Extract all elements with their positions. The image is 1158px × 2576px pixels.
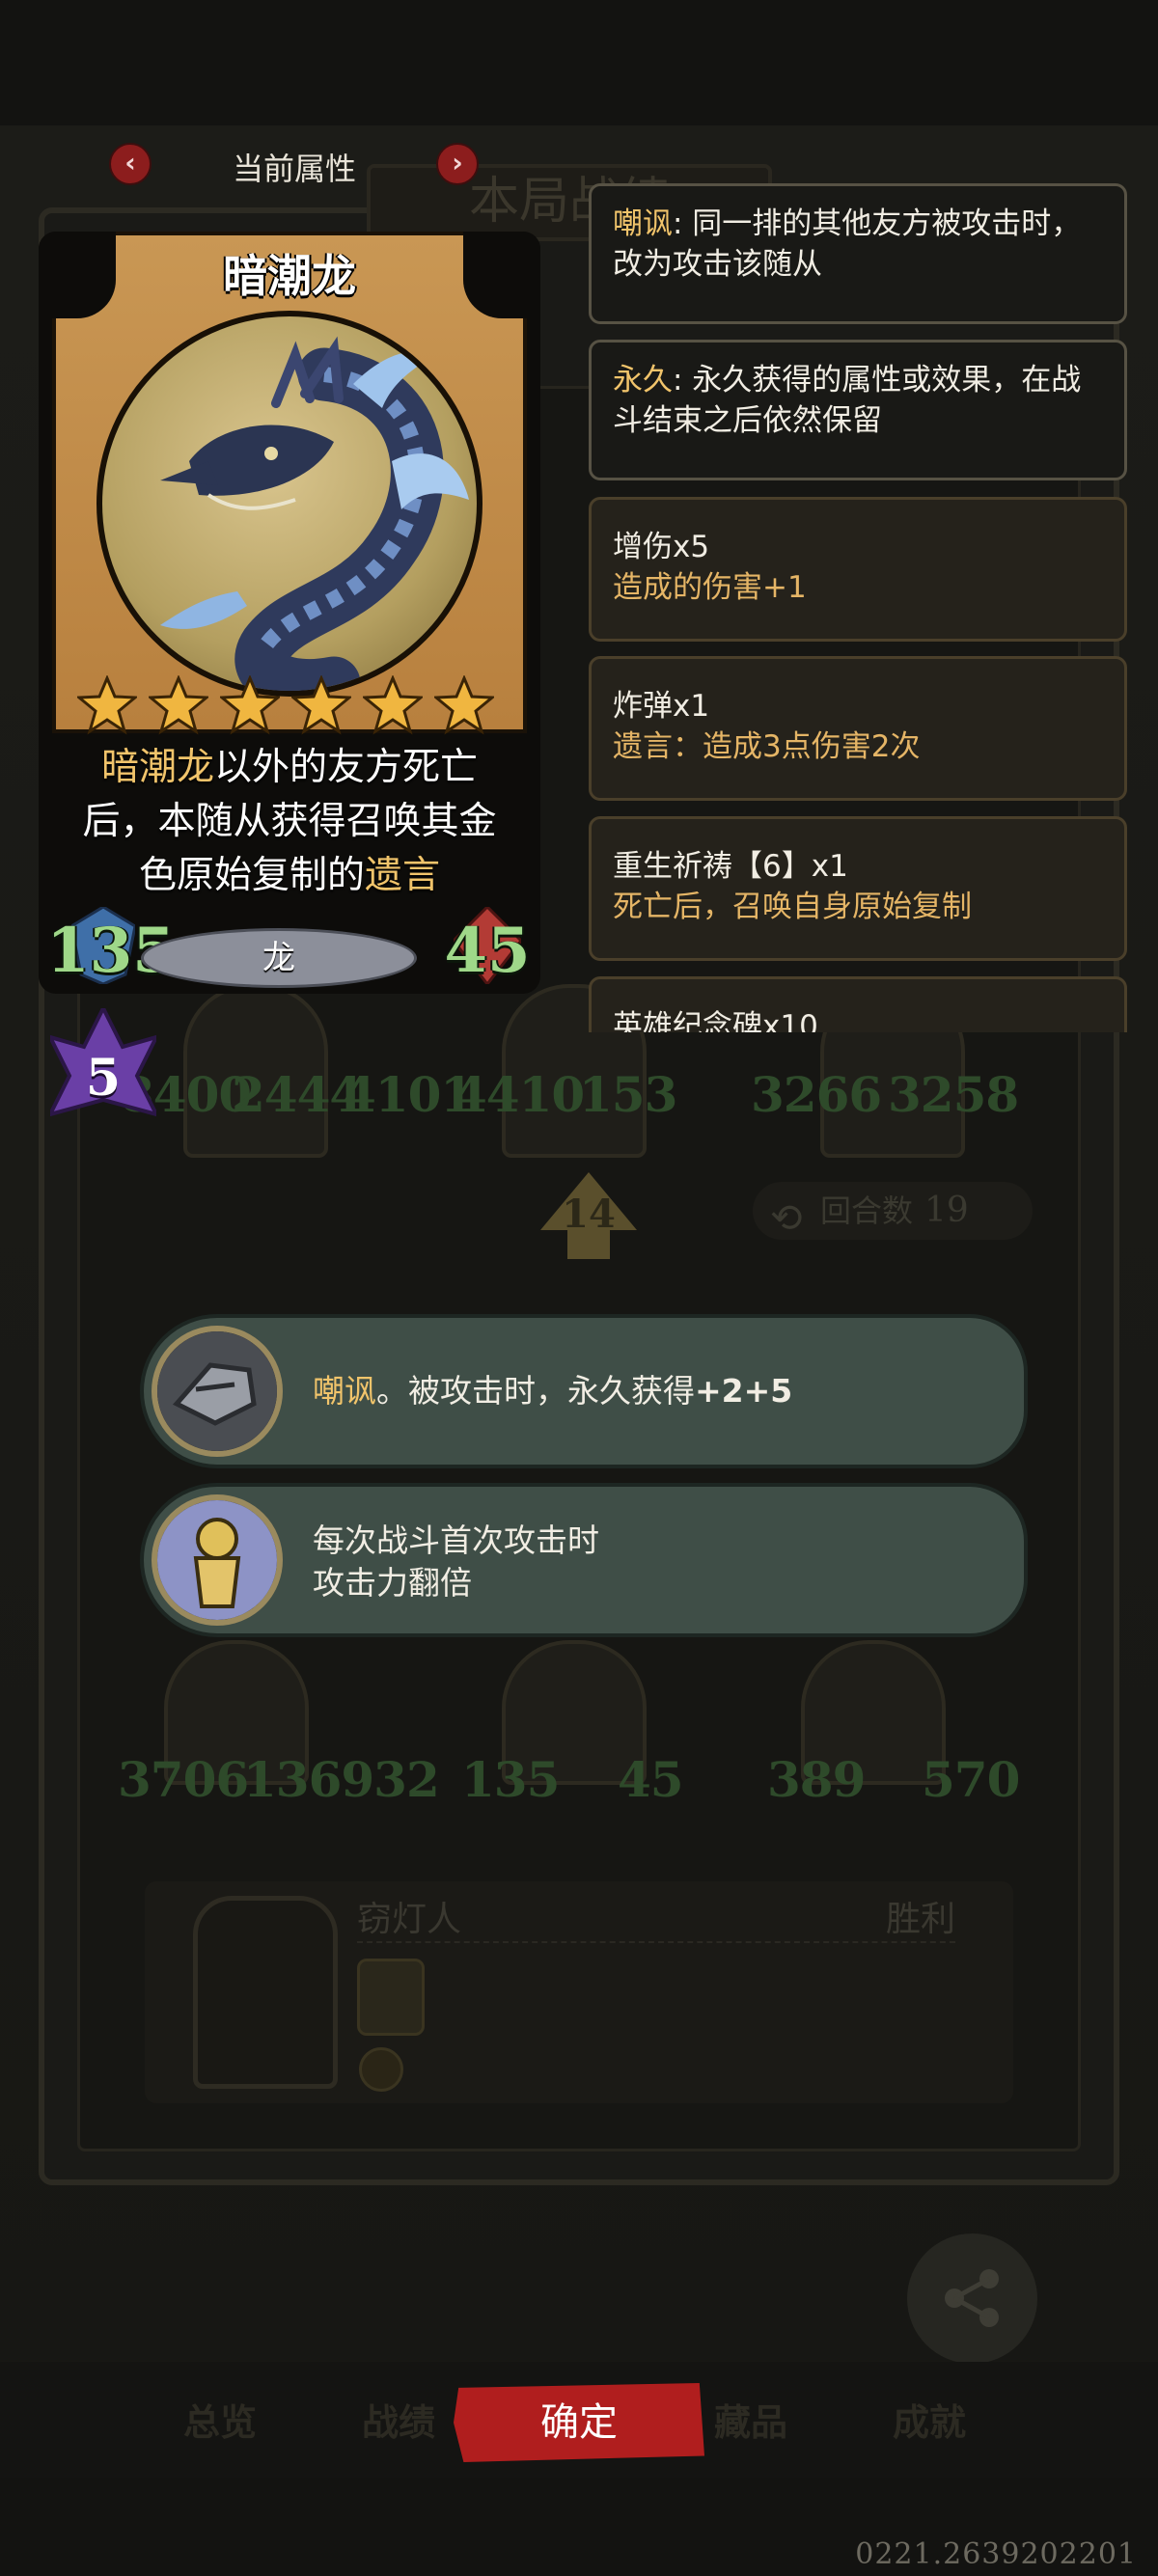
- round-indicator: 14: [540, 1172, 637, 1259]
- gauntlet-icon: [152, 1326, 283, 1457]
- buff-damage-bonus: 增伤x5 造成的伤害+1: [589, 497, 1127, 642]
- confirm-button[interactable]: 确定: [454, 2383, 704, 2462]
- dragon-art-icon: [160, 336, 469, 691]
- effect-double-attack-buff: 每次战斗首次攻击时 攻击力翻倍: [140, 1483, 1028, 1637]
- opponent-tribe-icon: [359, 2047, 403, 2092]
- star-icon: [149, 675, 208, 735]
- minion-health: 570: [922, 1751, 1020, 1808]
- minion-health: 4410: [454, 1066, 585, 1123]
- minion-card: 暗潮龙 暗潮龙以外的友方死亡后，本随从获得召唤其金色原始复制的遗言 135 45: [39, 232, 540, 994]
- share-icon: [945, 2269, 999, 2327]
- turn-counter: ⟲ 回合数 19: [753, 1182, 1033, 1241]
- version-label: 0221.2639202201: [855, 2537, 1137, 2571]
- effect-taunt-buff: 嘲讽。被攻击时，永久获得+2+5: [140, 1314, 1028, 1468]
- match-result: 胜利: [885, 1900, 955, 1939]
- minion-health: 153: [579, 1066, 677, 1123]
- puppet-icon: [152, 1494, 283, 1626]
- star-icon: [363, 675, 423, 735]
- health-value: 45: [444, 915, 531, 987]
- minion-health: 3258: [888, 1066, 1019, 1123]
- keyword-taunt: 嘲讽: 同一排的其他友方被攻击时，改为攻击该随从: [589, 183, 1127, 324]
- tier-badge: 5: [46, 1003, 160, 1124]
- refresh-icon: ⟲: [770, 1196, 803, 1241]
- minion-attack: 135: [461, 1751, 560, 1808]
- star-rating: [77, 675, 502, 743]
- opponent-minion-icon: [357, 1959, 425, 2036]
- buff-bomb: 炸弹x1 遗言：造成3点伤害2次: [589, 656, 1127, 801]
- minion-health: 45: [618, 1751, 684, 1808]
- opponent-record[interactable]: 窃灯人 胜利: [145, 1881, 1013, 2103]
- opponent-name: 窃灯人: [357, 1900, 462, 1939]
- card-name: 暗潮龙: [223, 250, 356, 302]
- buff-rebirth-prayer: 重生祈祷【6】x1 死亡后，召唤自身原始复制: [589, 816, 1127, 961]
- tab-record[interactable]: 战绩: [362, 2393, 435, 2446]
- dragon-portrait: [96, 311, 482, 697]
- star-icon: [291, 675, 351, 735]
- next-arrow-button[interactable]: ›: [436, 143, 479, 185]
- minion-attack: 3706: [118, 1751, 249, 1808]
- divider: [357, 1941, 955, 1943]
- buff-hero-monument: 英雄纪念碑x10: [589, 976, 1127, 1032]
- star-icon: [434, 675, 494, 735]
- star-icon: [220, 675, 280, 735]
- minion-attack: 3266: [751, 1066, 882, 1123]
- star-icon: [77, 675, 137, 735]
- keyword-tooltip-list[interactable]: 嘲讽: 同一排的其他友方被攻击时，改为攻击该随从 永久: 永久获得的属性或效果，…: [589, 183, 1129, 1032]
- card-description: 暗潮龙以外的友方死亡后，本随从获得召唤其金色原始复制的遗言: [82, 746, 497, 897]
- minion-attack: 389: [767, 1751, 866, 1808]
- tab-overview[interactable]: 总览: [183, 2393, 257, 2446]
- minion-health: 136932: [243, 1751, 440, 1808]
- tribe-badge: 龙: [141, 928, 417, 988]
- prev-arrow-button[interactable]: ‹: [109, 143, 152, 185]
- tab-achievements[interactable]: 成就: [893, 2393, 966, 2446]
- tab-collection[interactable]: 藏品: [714, 2393, 787, 2446]
- header-title: 当前属性: [232, 151, 356, 187]
- keyword-permanent: 永久: 永久获得的属性或效果，在战斗结束之后依然保留: [589, 340, 1127, 480]
- opponent-avatar: [193, 1896, 338, 2089]
- share-button[interactable]: [907, 2233, 1037, 2364]
